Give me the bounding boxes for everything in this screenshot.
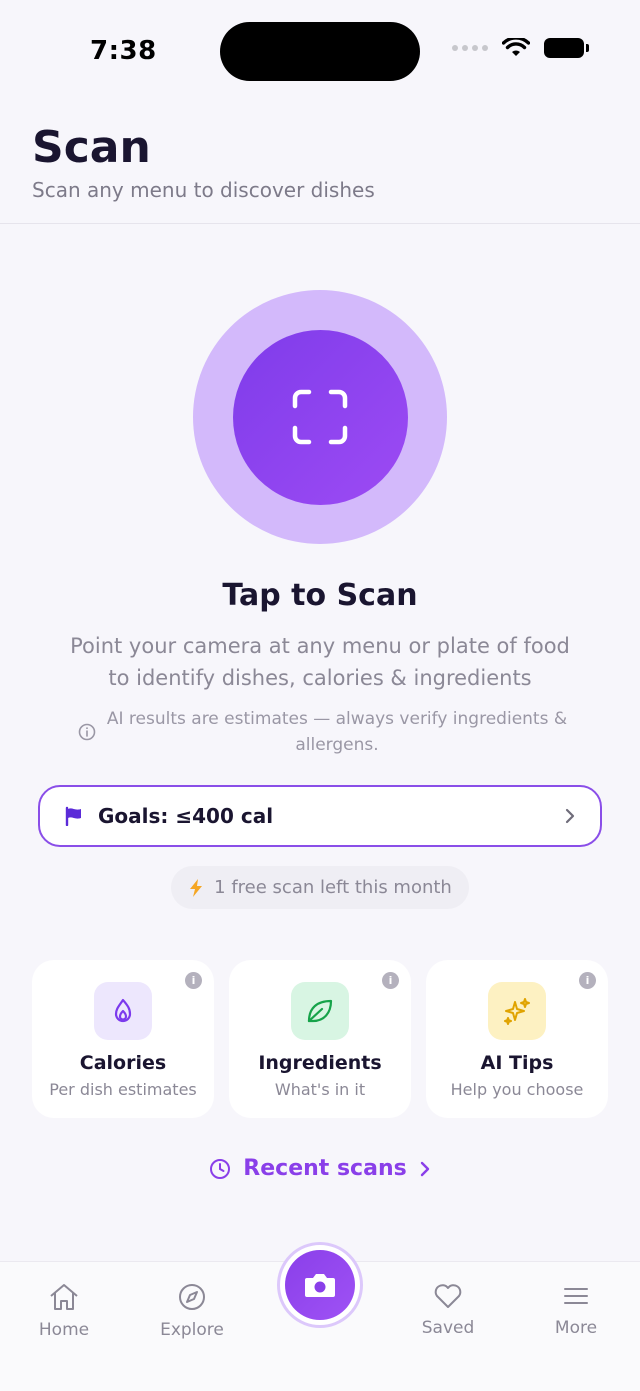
compass-icon (179, 1284, 205, 1310)
tab-home[interactable]: Home (14, 1282, 114, 1340)
chevron-right-icon (420, 1161, 429, 1176)
disclaimer-text: AI results are estimates — always verify… (106, 709, 568, 755)
card-title: Ingredients (258, 1052, 382, 1074)
camera-icon (305, 1274, 335, 1297)
status-icons (452, 38, 589, 58)
tab-label: Saved (421, 1318, 475, 1338)
card-subtitle: Per dish estimates (49, 1080, 197, 1099)
tab-explore[interactable]: Explore (142, 1282, 242, 1340)
info-icon (78, 723, 96, 741)
scan-frame-icon (292, 389, 348, 445)
wifi-icon (502, 38, 530, 56)
home-icon (50, 1284, 78, 1310)
tab-more[interactable]: More (526, 1282, 626, 1338)
tab-bar: Home Explore Saved More (0, 1242, 640, 1391)
dynamic-island (220, 22, 420, 81)
scan-description: Point your camera at any menu or plate o… (70, 634, 570, 690)
recent-scans-label: Recent scans (243, 1156, 407, 1181)
ai-disclaimer: AI results are estimates — always verify… (78, 706, 568, 758)
card-title: Calories (79, 1052, 167, 1074)
flag-icon (65, 806, 81, 826)
page-header: Scan Scan any menu to discover dishes (0, 100, 640, 224)
scan-button[interactable] (193, 290, 447, 544)
page-subtitle: Scan any menu to discover dishes (32, 178, 375, 202)
free-scans-label: 1 free scan left this month (214, 877, 452, 898)
status-time: 7:38 (90, 36, 157, 66)
goals-label: Goals: ≤400 cal (98, 804, 274, 828)
card-subtitle: What's in it (274, 1080, 366, 1099)
tab-label: More (554, 1318, 598, 1338)
card-icon-wrap (94, 982, 152, 1040)
free-scans-badge: 1 free scan left this month (171, 866, 469, 909)
tab-label: Explore (160, 1320, 224, 1340)
goals-selector[interactable]: Goals: ≤400 cal (38, 785, 602, 847)
info-icon[interactable]: i (382, 972, 399, 989)
scan-heading: Tap to Scan (222, 578, 418, 613)
tab-label: Home (38, 1320, 90, 1340)
feature-card-ai-tips: i AI Tips Help you choose (426, 960, 608, 1118)
feature-card-calories: i Calories Per dish estimates (32, 960, 214, 1118)
sparkles-icon (504, 998, 530, 1025)
chevron-right-icon (565, 808, 575, 824)
camera-button[interactable] (277, 1242, 363, 1328)
info-icon[interactable]: i (185, 972, 202, 989)
feature-card-ingredients: i Ingredients What's in it (229, 960, 411, 1118)
tab-saved[interactable]: Saved (398, 1282, 498, 1338)
leaf-icon (307, 999, 333, 1023)
page-title: Scan (32, 122, 151, 173)
signal-icon (452, 45, 488, 51)
clock-icon (210, 1158, 231, 1179)
heart-icon (434, 1284, 462, 1308)
scan-button-core[interactable] (232, 329, 408, 505)
card-icon-wrap (291, 982, 349, 1040)
flame-icon (114, 998, 132, 1023)
battery-icon (544, 38, 589, 58)
card-icon-wrap (488, 982, 546, 1040)
info-icon[interactable]: i (579, 972, 596, 989)
lightning-icon (190, 878, 203, 897)
recent-scans-link[interactable]: Recent scans (0, 1156, 640, 1181)
menu-icon (564, 1288, 588, 1304)
status-bar: 7:38 (0, 0, 640, 100)
card-subtitle: Help you choose (450, 1080, 584, 1099)
card-title: AI Tips (480, 1052, 554, 1074)
camera-button-core[interactable] (285, 1250, 355, 1320)
